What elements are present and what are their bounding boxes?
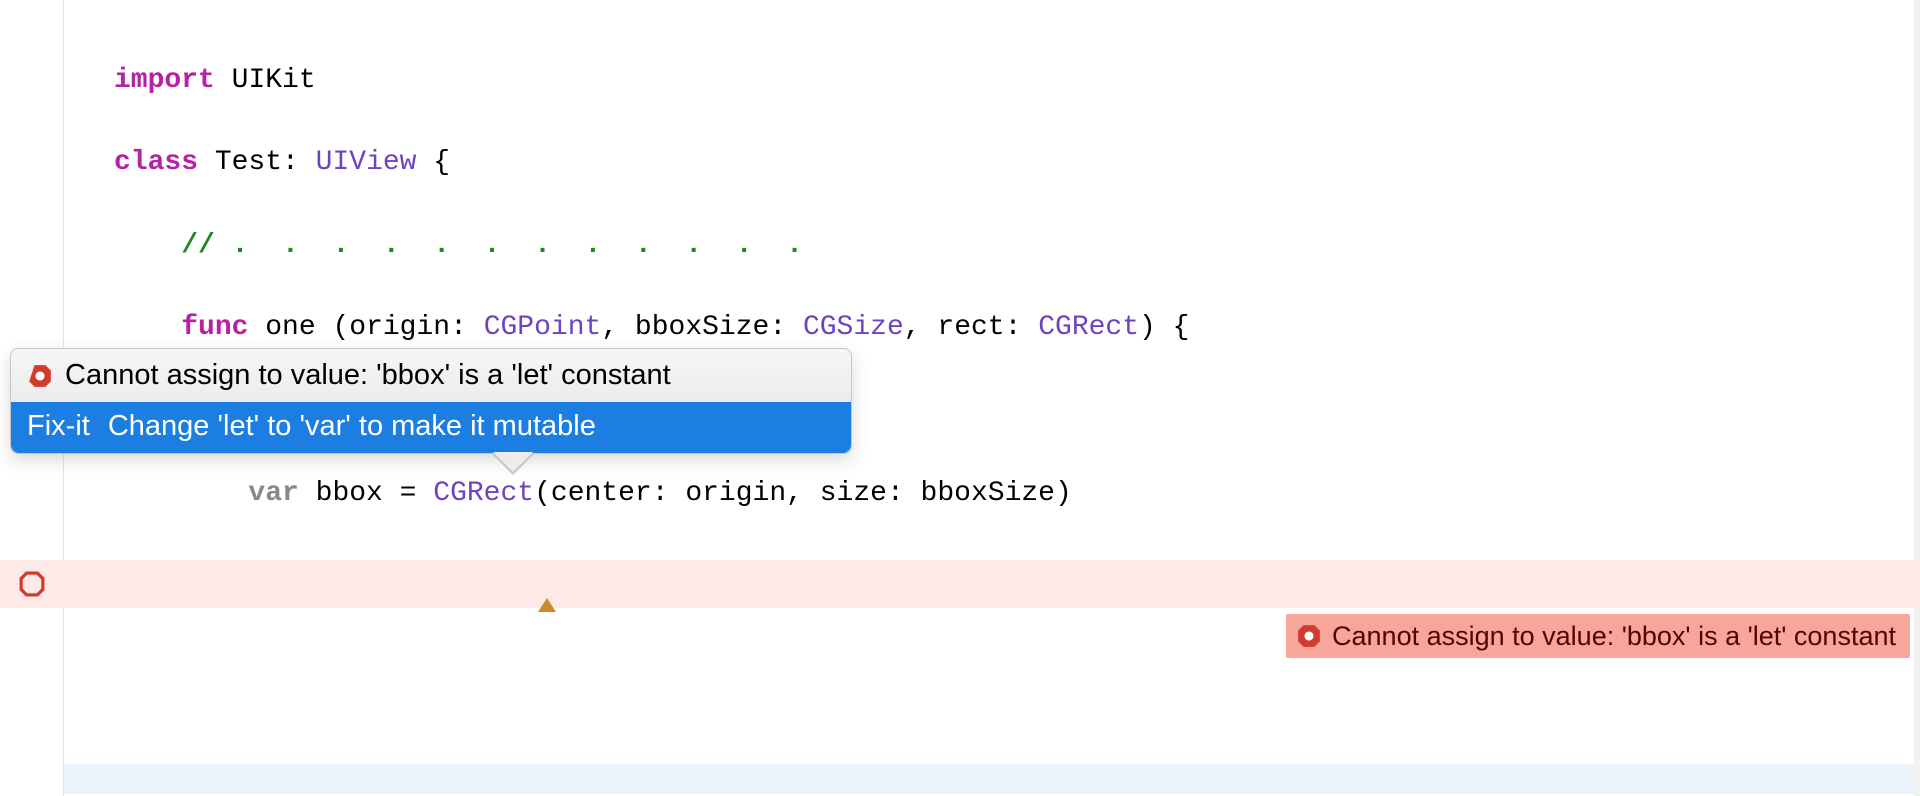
popover-fixit-row[interactable]: Fix-it Change 'let' to 'var' to make it … <box>11 402 851 453</box>
fixit-caret-icon <box>538 598 556 612</box>
inline-error-banner[interactable]: Cannot assign to value: 'bbox' is a 'let… <box>1286 614 1910 658</box>
error-icon <box>1296 623 1322 649</box>
type-cgpoint: CGPoint <box>484 312 602 343</box>
inline-error-text: Cannot assign to value: 'bbox' is a 'let… <box>1332 621 1896 652</box>
fixit-label: Fix-it <box>27 410 90 443</box>
comment: // . . . . . . . . . . . . <box>181 230 803 261</box>
keyword-class: class <box>114 147 198 178</box>
error-icon <box>27 363 53 389</box>
popover-tail <box>491 453 535 475</box>
keyword-var: var <box>248 478 298 509</box>
keyword-import: import <box>114 65 215 96</box>
error-popover[interactable]: Cannot assign to value: 'bbox' is a 'let… <box>10 348 852 454</box>
popover-error-row: Cannot assign to value: 'bbox' is a 'let… <box>11 349 851 402</box>
keyword-func: func <box>181 312 248 343</box>
type-cgsize: CGSize <box>803 312 904 343</box>
class-name: Test <box>215 147 282 178</box>
type-cgrect2: CGRect <box>433 478 534 509</box>
superclass-name: UIView <box>316 147 417 178</box>
fixit-text: Change 'let' to 'var' to make it mutable <box>108 410 596 443</box>
popover-error-text: Cannot assign to value: 'bbox' is a 'let… <box>65 359 671 392</box>
code-editor[interactable]: import UIKit class Test: UIView { // . .… <box>0 0 1920 796</box>
type-cgrect: CGRect <box>1038 312 1139 343</box>
scrollbar-track[interactable] <box>1914 0 1920 796</box>
module-name: UIKit <box>232 65 316 96</box>
error-icon[interactable] <box>19 571 45 597</box>
